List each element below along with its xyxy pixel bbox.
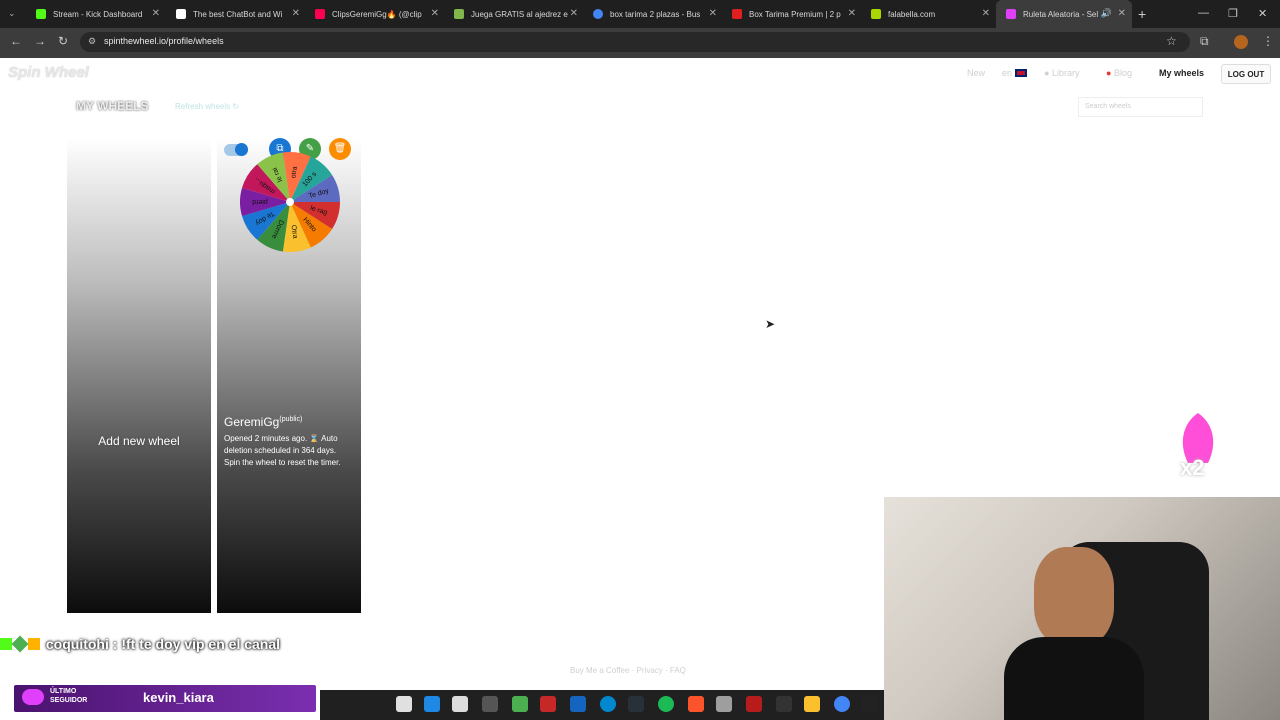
add-new-wheel-card[interactable] bbox=[67, 138, 211, 613]
close-icon[interactable]: ✕ bbox=[570, 8, 578, 19]
refresh-wheels-link[interactable]: Refresh wheels ↻ bbox=[175, 102, 239, 111]
person bbox=[1034, 547, 1114, 647]
nav-blog[interactable]: ● Blog bbox=[1106, 68, 1132, 78]
close-icon[interactable]: ✕ bbox=[292, 8, 300, 19]
wheel-name[interactable]: GeremiGg(public) bbox=[224, 415, 302, 429]
extensions-icon[interactable]: ⧉ bbox=[1200, 34, 1209, 49]
copilot-icon[interactable] bbox=[424, 696, 440, 712]
heart-icon bbox=[22, 689, 44, 705]
wheel-center bbox=[286, 198, 294, 206]
tab-chatbot[interactable]: The best ChatBot and Wi ✕ bbox=[166, 0, 306, 28]
tab-kick[interactable]: Stream - Kick Dashboard ✕ bbox=[26, 0, 166, 28]
omnibox[interactable] bbox=[80, 32, 1190, 52]
close-icon[interactable]: ✕ bbox=[1118, 8, 1126, 19]
nav-library[interactable]: ● Library bbox=[1044, 68, 1079, 78]
page-title: MY WHEELS bbox=[76, 99, 149, 113]
follower-label: ÚLTIMO SEGUIDOR bbox=[50, 688, 88, 704]
edge-icon[interactable] bbox=[600, 696, 616, 712]
badge-icon bbox=[11, 635, 29, 653]
footer-links[interactable]: Buy Me a Coffee · Privacy · FAQ bbox=[570, 666, 686, 675]
nav-my-wheels[interactable]: My wheels bbox=[1151, 64, 1212, 82]
speaker-icon[interactable]: 🔊 bbox=[1101, 8, 1112, 19]
globe-icon: ● bbox=[1044, 68, 1050, 78]
close-window-button[interactable]: ✕ bbox=[1258, 7, 1267, 20]
minimize-button[interactable]: — bbox=[1198, 7, 1209, 19]
new-tab-button[interactable]: + bbox=[1138, 6, 1146, 22]
kick-icon bbox=[0, 638, 12, 650]
close-icon[interactable]: ✕ bbox=[848, 8, 856, 19]
tab-google[interactable]: box tarima 2 plazas - Bus ✕ bbox=[583, 0, 723, 28]
chat-message: coquitohi : !ft te doy vip en el canal bbox=[0, 635, 280, 653]
person-body bbox=[1004, 637, 1144, 720]
url-text[interactable]: spinthewheel.io/profile/wheels bbox=[104, 36, 224, 46]
app-icon[interactable] bbox=[746, 696, 762, 712]
wheel-preview[interactable]: le ragHintoOtraDorrreTe doypierdmaqu...l… bbox=[238, 150, 342, 254]
tab-chess[interactable]: Juega GRATIS al ajedrez e ✕ bbox=[444, 0, 584, 28]
forward-icon[interactable]: → bbox=[34, 34, 46, 48]
tab-box-tarima[interactable]: Box Tarima Premium | 2 p ✕ bbox=[722, 0, 862, 28]
refresh-icon: ↻ bbox=[232, 102, 240, 111]
multiplier-badge: x2 bbox=[1180, 455, 1205, 480]
close-icon[interactable]: ✕ bbox=[982, 8, 990, 19]
mouse-cursor-icon: ➤ bbox=[765, 317, 776, 331]
close-icon[interactable]: ✕ bbox=[152, 8, 160, 19]
store-icon[interactable] bbox=[452, 696, 468, 712]
brave-icon[interactable] bbox=[688, 696, 704, 712]
epic-icon[interactable] bbox=[862, 696, 878, 712]
visibility-label: (public) bbox=[279, 416, 303, 423]
add-new-wheel-label: Add new wheel bbox=[98, 434, 180, 448]
bookmark-star-icon[interactable]: ☆ bbox=[1166, 34, 1177, 48]
app-dark-icon[interactable] bbox=[776, 696, 792, 712]
tab-search-icon[interactable]: ⌄ bbox=[8, 8, 16, 19]
folder-icon[interactable] bbox=[804, 696, 820, 712]
tab-tiktok[interactable]: ClipsGeremiGg🔥 (@clip ✕ bbox=[305, 0, 445, 28]
reload-icon[interactable]: ↻ bbox=[58, 34, 68, 48]
restore-button[interactable]: ❐ bbox=[1228, 7, 1238, 20]
site-info-icon[interactable]: ⚙ bbox=[88, 36, 96, 47]
tab-falabella[interactable]: falabella.com ✕ bbox=[861, 0, 996, 28]
logout-button[interactable]: LOG OUT bbox=[1221, 64, 1271, 84]
chrome-icon[interactable] bbox=[834, 696, 850, 712]
wheel-segment-label: pierd bbox=[252, 198, 268, 205]
minecraft-icon[interactable] bbox=[512, 696, 528, 712]
app-red-icon[interactable] bbox=[540, 696, 556, 712]
mixer-icon[interactable] bbox=[716, 696, 732, 712]
menu-icon[interactable]: ⋮ bbox=[1262, 34, 1274, 48]
gift-icon bbox=[28, 638, 40, 650]
nav-new[interactable]: New bbox=[967, 68, 985, 78]
file-icon[interactable] bbox=[396, 696, 412, 712]
close-icon[interactable]: ✕ bbox=[709, 8, 717, 19]
steam-icon[interactable] bbox=[628, 696, 644, 712]
spotify-icon[interactable] bbox=[658, 696, 674, 712]
uk-flag-icon bbox=[1014, 69, 1027, 77]
site-logo[interactable]: Spin Wheel bbox=[8, 64, 89, 81]
profile-avatar[interactable] bbox=[1234, 35, 1248, 49]
back-icon[interactable]: ← bbox=[10, 34, 22, 48]
wheel-description: Opened 2 minutes ago. ⌛ Auto deletion sc… bbox=[224, 434, 341, 467]
nav-language[interactable]: en bbox=[1002, 68, 1027, 78]
webcam-feed bbox=[884, 497, 1280, 720]
app-blue-icon[interactable] bbox=[570, 696, 586, 712]
blog-color-icon: ● bbox=[1106, 68, 1112, 78]
close-icon[interactable]: ✕ bbox=[431, 8, 439, 19]
settings-icon[interactable] bbox=[482, 696, 498, 712]
tab-ruleta[interactable]: Ruleta Aleatoria - Sel 🔊 ✕ bbox=[996, 0, 1132, 28]
search-wheels-input[interactable]: Search wheels bbox=[1078, 97, 1203, 117]
follower-name: kevin_kiara bbox=[143, 690, 214, 705]
